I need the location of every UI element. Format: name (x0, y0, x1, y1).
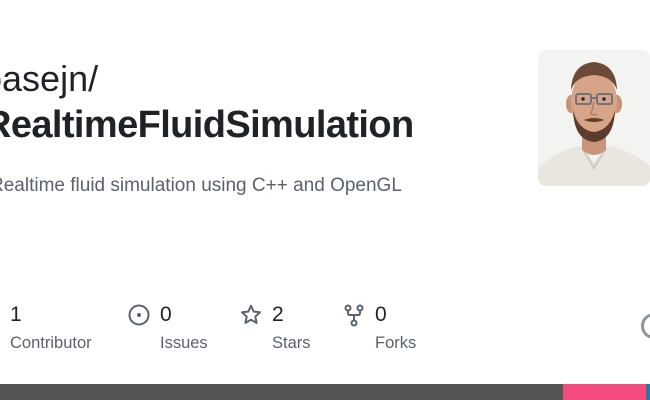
avatar[interactable] (538, 50, 650, 186)
issue-opened-icon (128, 304, 150, 326)
stars-count: 2 (272, 303, 284, 326)
forks-count: 0 (375, 303, 387, 326)
contributors-count: 1 (10, 303, 22, 326)
repo-name[interactable]: RealtimeFluidSimulation (0, 104, 414, 147)
language-bar (0, 384, 650, 400)
github-logo-icon (641, 313, 650, 339)
language-segment (646, 384, 650, 400)
issues-count: 0 (160, 303, 172, 326)
user-avatar-photo (538, 50, 650, 186)
repo-description: Realtime fluid simulation using C++ and … (0, 175, 402, 196)
issues-label: Issues (160, 334, 208, 352)
repo-owner[interactable]: basejn/ (0, 58, 98, 100)
forks-label: Forks (375, 334, 417, 352)
star-icon (241, 304, 261, 324)
repo-social-card: basejn/ RealtimeFluidSimulation Realtime… (0, 0, 650, 400)
contributors-label: Contributor (10, 334, 92, 352)
language-segment (0, 384, 563, 400)
stars-label: Stars (272, 334, 311, 352)
language-segment (563, 384, 646, 400)
repo-forked-icon (344, 304, 364, 327)
